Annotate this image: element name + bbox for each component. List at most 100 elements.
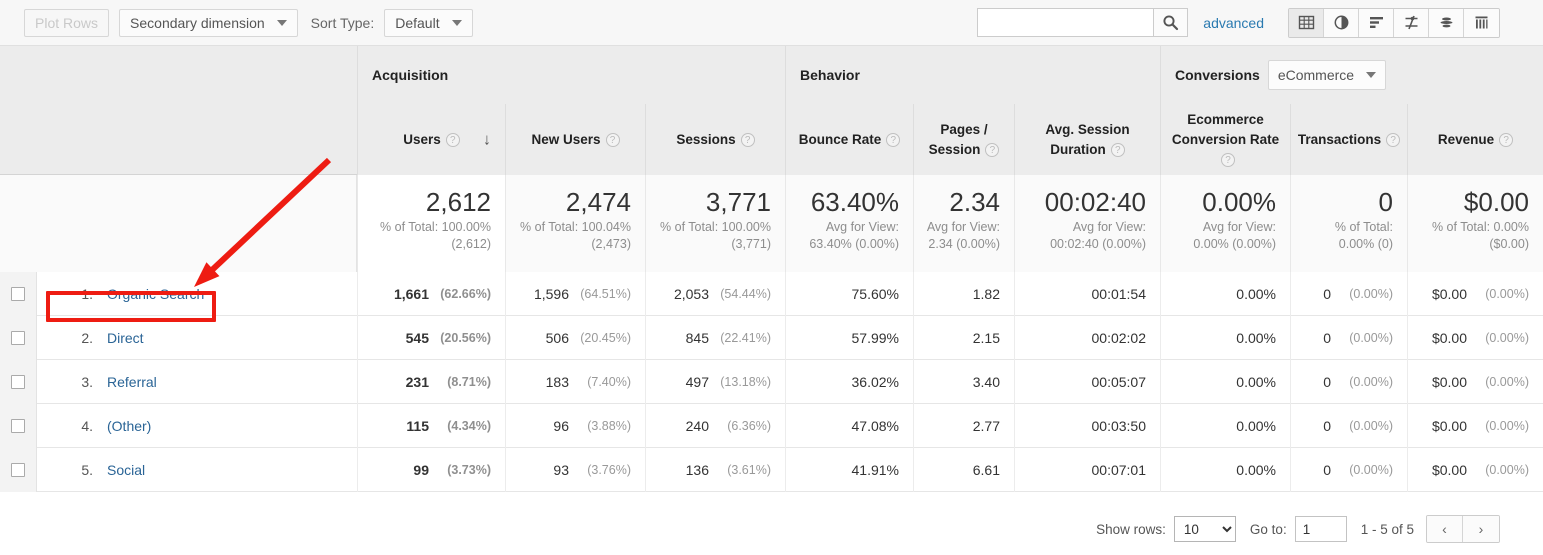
summary-value: $0.00 [1463, 187, 1529, 217]
column-header-ecommerce-conversion-rate[interactable]: Ecommerce Conversion Rate? [1160, 104, 1290, 175]
row-dimension-link[interactable]: Social [107, 462, 145, 478]
row-dimension-link[interactable]: (Other) [107, 418, 151, 434]
comparison-view-button[interactable] [1394, 8, 1429, 37]
metric-value: 231 [405, 374, 429, 390]
row-checkbox[interactable] [11, 375, 25, 389]
search-input[interactable] [977, 8, 1154, 37]
row-select-cell [0, 316, 36, 360]
percentage-view-button[interactable] [1324, 8, 1359, 37]
sort-descending-icon[interactable]: ↓ [483, 128, 491, 151]
row-metric-cell: 3.40 [913, 360, 1014, 404]
help-icon[interactable]: ? [985, 142, 1000, 157]
help-icon[interactable]: ? [1110, 142, 1125, 157]
metric-percent: (0.00%) [1485, 463, 1529, 477]
term-cloud-view-button[interactable] [1429, 8, 1464, 37]
summary-subtext: Avg for View: 0.00% (0.00%) [1193, 220, 1276, 252]
row-metric-cell: 47.08% [785, 404, 913, 448]
row-dimension-link[interactable]: Organic Search [107, 286, 204, 302]
help-icon[interactable]: ? [605, 133, 620, 148]
row-checkbox[interactable] [11, 287, 25, 301]
table-footer: Show rows: 10 Go to: 1 - 5 of 5 ‹ › [0, 503, 1543, 555]
column-header-new-users[interactable]: New Users? [505, 104, 645, 175]
row-range-label: 1 - 5 of 5 [1360, 521, 1414, 537]
row-checkbox[interactable] [11, 419, 25, 433]
column-header-pages-session[interactable]: Pages / Session? [913, 104, 1014, 175]
pie-chart-icon [1334, 15, 1348, 30]
table-row: 5. Social 99 (3.73%) 93 (3.76%) 136 (3.61%) 41.9… [0, 448, 1543, 492]
metric-value: $0.00 [1431, 374, 1467, 390]
column-header-avg-session-duration[interactable]: Avg. Session Duration? [1014, 104, 1160, 175]
metric-value: 0.00% [1236, 374, 1276, 390]
row-rank: 1. [81, 286, 93, 302]
pivot-view-button[interactable] [1464, 8, 1499, 37]
table-grid-icon [1298, 15, 1314, 30]
help-icon[interactable]: ? [740, 133, 755, 148]
row-metric-cell: 0 (0.00%) [1290, 360, 1407, 404]
summary-subtext: % of Total: 100.00% (2,612) [380, 220, 491, 252]
metric-percent: (3.76%) [587, 463, 631, 477]
row-metric-cell: 0.00% [1160, 360, 1290, 404]
column-header-label: Bounce Rate [798, 131, 882, 147]
row-metric-cell: 00:07:01 [1014, 448, 1160, 492]
metric-percent: (0.00%) [1485, 331, 1529, 345]
row-metric-cell: 0.00% [1160, 404, 1290, 448]
sort-type-label: Sort Type: [310, 14, 375, 31]
row-metric-cell: 96 (3.88%) [505, 404, 645, 448]
row-dimension-link[interactable]: Referral [107, 374, 157, 390]
help-icon[interactable]: ? [1499, 133, 1514, 148]
column-header-bounce-rate[interactable]: Bounce Rate? [785, 104, 913, 175]
plot-rows-button[interactable]: Plot Rows [24, 8, 110, 37]
summary-cell: 2.34 Avg for View: 2.34 (0.00%) [913, 175, 1014, 272]
plot-rows-label: Plot Rows [35, 14, 99, 31]
summary-row: 2,612% of Total: 100.00% (2,612) 2,474% o… [0, 175, 1543, 272]
help-icon[interactable]: ? [1386, 133, 1401, 148]
secondary-dimension-dropdown[interactable]: Secondary dimension [119, 8, 298, 37]
data-table-view-button[interactable] [1289, 8, 1324, 37]
row-metric-cell: 0 (0.00%) [1290, 448, 1407, 492]
metric-value: 41.91% [851, 462, 899, 478]
metric-value: 0 [1323, 418, 1331, 434]
metric-value: 497 [685, 374, 709, 390]
help-icon[interactable]: ? [886, 133, 901, 148]
column-header-transactions[interactable]: Transactions? [1290, 104, 1407, 175]
metric-percent: (0.00%) [1349, 287, 1393, 301]
metric-value: 93 [553, 462, 569, 478]
conversions-type-dropdown[interactable]: eCommerce [1267, 60, 1387, 90]
show-rows-select[interactable]: 10 [1173, 516, 1236, 542]
previous-page-button[interactable]: ‹ [1427, 516, 1463, 542]
row-metric-cell: 93 (3.76%) [505, 448, 645, 492]
column-header-users[interactable]: Users? ↓ [357, 104, 505, 175]
column-header-sessions[interactable]: Sessions? [645, 104, 785, 175]
column-header-row: Users? ↓ New Users? Sessions? Bounce Rate? Pa… [0, 104, 1543, 175]
goto-page-input[interactable] [1294, 516, 1347, 542]
help-icon[interactable]: ? [445, 133, 460, 148]
next-page-button[interactable]: › [1463, 516, 1499, 542]
summary-value: 3,771 [705, 187, 771, 217]
metric-value: 36.02% [851, 374, 899, 390]
column-header-content: Ecommerce Conversion Rate? [1167, 110, 1284, 169]
toolbar-right-group: advanced [977, 7, 1543, 38]
summary-subtext: % of Total: 0.00% (0) [1334, 220, 1393, 252]
metric-value: 545 [405, 330, 429, 346]
performance-view-button[interactable] [1359, 8, 1394, 37]
row-metric-cell: 545 (20.56%) [357, 316, 505, 360]
summary-subtext: % of Total: 100.04% (2,473) [520, 220, 631, 252]
table-row: 4. (Other) 115 (4.34%) 96 (3.88%) 240 (6.36%) 47… [0, 404, 1543, 448]
sort-type-dropdown[interactable]: Default [384, 8, 473, 37]
help-icon[interactable]: ? [1221, 152, 1235, 167]
metric-value: 00:07:01 [1091, 462, 1147, 478]
search-button[interactable] [1153, 8, 1189, 37]
metric-value: 3.40 [972, 374, 1000, 390]
row-checkbox[interactable] [11, 331, 25, 345]
advanced-link[interactable]: advanced [1203, 15, 1264, 31]
metric-percent: (13.18%) [720, 375, 771, 389]
goto-label: Go to: [1249, 521, 1287, 537]
row-dimension-link[interactable]: Direct [107, 330, 144, 346]
row-metric-cell: 0 (0.00%) [1290, 272, 1407, 316]
metric-value: 47.08% [851, 418, 899, 434]
column-header-label: New Users [531, 131, 601, 147]
summary-cell: 2,612% of Total: 100.00% (2,612) [357, 175, 505, 272]
column-header-revenue[interactable]: Revenue? [1407, 104, 1543, 175]
summary-cell: 63.40% Avg for View: 63.40% (0.00%) [785, 175, 913, 272]
row-checkbox[interactable] [11, 463, 25, 477]
